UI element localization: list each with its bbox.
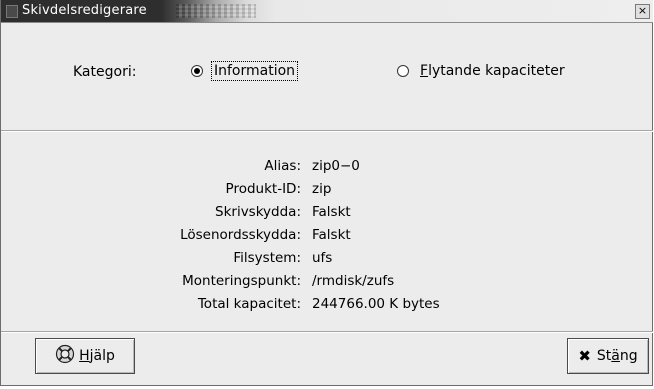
info-key-total-capacity: Total kapacitet: xyxy=(197,296,301,312)
radio-information-label: Information xyxy=(210,61,299,81)
radio-unchecked-icon xyxy=(397,65,409,77)
info-value-total-capacity: 244766.00 K bytes xyxy=(312,296,440,312)
window-menu-icon[interactable] xyxy=(6,5,18,18)
info-value-filesystem: ufs xyxy=(312,250,333,266)
radio-floating-capacities-label: Flytande kapaciteter xyxy=(420,63,565,79)
lifebuoy-icon xyxy=(55,344,75,368)
info-key-write-protect: Skrivskydda: xyxy=(215,204,301,220)
info-key-mount-point: Monteringspunkt: xyxy=(182,273,301,289)
info-key-alias: Alias: xyxy=(264,158,301,174)
title-bar[interactable]: Skivdelsredigerare × xyxy=(1,0,653,23)
info-row: Filsystem: ufs xyxy=(1,250,653,270)
info-value-product-id: zip xyxy=(312,181,332,197)
radio-floating-capacities[interactable]: Flytande kapaciteter xyxy=(397,62,567,80)
radio-information[interactable]: Information xyxy=(191,61,299,81)
category-label: Kategori: xyxy=(73,64,137,80)
info-value-mount-point: /rmdisk/zufs xyxy=(312,273,395,289)
info-row: Alias: zip0−0 xyxy=(1,158,653,178)
close-button-label: Stäng xyxy=(596,348,638,364)
top-separator xyxy=(1,130,653,132)
info-row: Lösenordsskydda: Falskt xyxy=(1,227,653,247)
window-close-button[interactable]: × xyxy=(635,4,650,19)
close-button[interactable]: ✖ Stäng xyxy=(567,338,649,374)
info-row: Total kapacitet: 244766.00 K bytes xyxy=(1,296,653,316)
info-key-product-id: Produkt-ID: xyxy=(225,181,301,197)
info-row: Produkt-ID: zip xyxy=(1,181,653,201)
info-value-write-protect: Falskt xyxy=(312,204,351,220)
info-value-password-protect: Falskt xyxy=(312,227,351,243)
help-button-label: Hjälp xyxy=(79,348,115,364)
bottom-separator xyxy=(1,331,653,333)
close-x-icon: ✖ xyxy=(578,347,591,365)
info-key-filesystem: Filsystem: xyxy=(233,250,301,266)
info-value-alias: zip0−0 xyxy=(312,158,360,174)
category-selector: Kategori: Information Flytande kapacitet… xyxy=(1,60,653,86)
info-row: Skrivskydda: Falskt xyxy=(1,204,653,224)
info-key-password-protect: Lösenordsskydda: xyxy=(180,227,301,243)
radio-checked-icon xyxy=(191,65,203,77)
window-title: Skivdelsredigerare xyxy=(22,3,147,18)
help-button[interactable]: Hjälp xyxy=(35,338,135,374)
info-row: Monteringspunkt: /rmdisk/zufs xyxy=(1,273,653,293)
title-bar-texture xyxy=(176,4,256,18)
disk-editor-window: Skivdelsredigerare × Kategori: Informati… xyxy=(0,0,653,386)
